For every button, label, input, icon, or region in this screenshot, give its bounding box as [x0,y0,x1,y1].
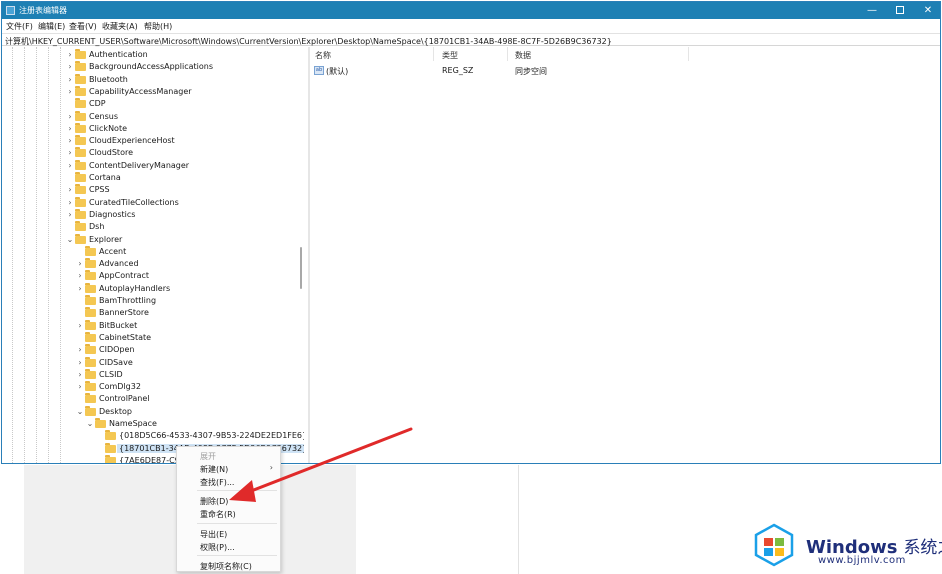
watermark-brand-cn: 系统之家 [903,538,942,558]
logo-green-pane [775,538,784,546]
logo-yellow-pane [775,548,784,556]
arrow-shaft [244,427,413,495]
arrow-head [229,480,256,502]
watermark-site: www.bjjmlv.com [818,555,906,566]
logo-red-pane [764,538,773,546]
logo-house-outline [754,523,794,567]
windows-logo-icon [754,523,794,567]
annotation-arrow [229,427,413,502]
logo-blue-pane [764,548,773,556]
